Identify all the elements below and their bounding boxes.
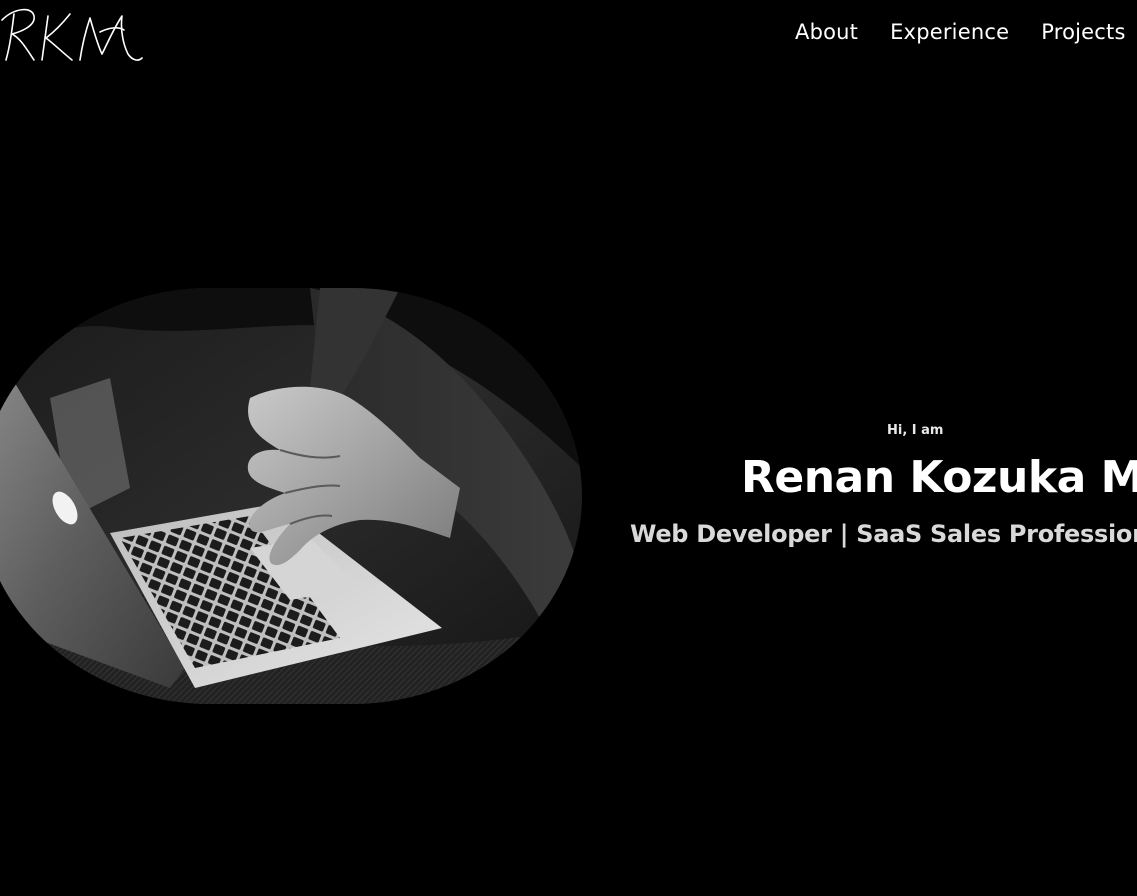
nav-link-experience[interactable]: Experience <box>890 20 1009 44</box>
hero-role: Web Developer | SaaS Sales Professional <box>630 520 1137 548</box>
nav-link-projects[interactable]: Projects <box>1041 20 1125 44</box>
hero-image <box>0 288 582 704</box>
nav-link-about[interactable]: About <box>795 20 858 44</box>
site-header: About Experience Projects <box>0 0 1137 72</box>
laptop-photo-icon <box>0 288 582 704</box>
hero-greeting: Hi, I am <box>887 423 944 438</box>
hero-intro: Hi, I am Renan Kozuka Mica Web Developer… <box>577 420 1137 570</box>
logo-signature-icon <box>1 8 143 61</box>
main-nav: About Experience Projects <box>795 20 1126 44</box>
logo[interactable] <box>0 2 146 66</box>
page: About Experience Projects Hi, I am Renan… <box>0 0 1137 896</box>
hero-name: Renan Kozuka Mica <box>741 452 1137 503</box>
